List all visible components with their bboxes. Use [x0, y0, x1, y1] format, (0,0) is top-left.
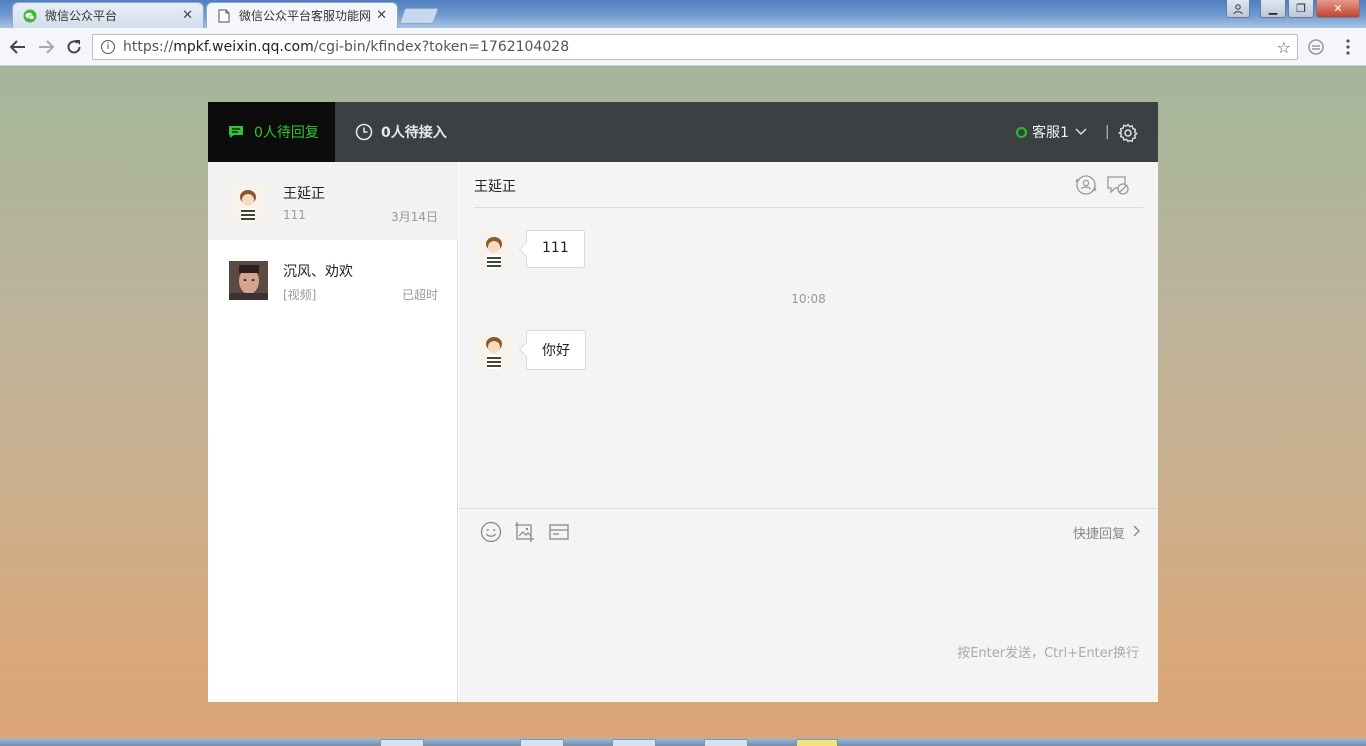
quick-reply-label: 快捷回复: [1072, 527, 1125, 542]
chevron-right-icon: [1133, 525, 1140, 541]
tab-pending-reply[interactable]: 0人待回复: [208, 102, 335, 162]
message-bubble: 111: [526, 230, 585, 268]
browser-tab-title: 微信公众平台: [45, 9, 118, 23]
close-tab-icon[interactable]: ✕: [182, 8, 193, 23]
minimize-button[interactable]: ▁: [1260, 0, 1286, 18]
message-timestamp: 10:08: [791, 292, 826, 306]
avatar: [475, 330, 514, 369]
input-hint: 按Enter发送，Ctrl+Enter换行: [957, 646, 1139, 661]
conversation-preview: [视频]: [283, 288, 317, 302]
close-session-icon[interactable]: [1106, 174, 1130, 196]
taskbar-item[interactable]: [520, 739, 564, 746]
file-card-icon[interactable]: [548, 521, 570, 543]
divider: |: [1104, 124, 1110, 140]
conversation-name: 王延正: [283, 186, 325, 202]
new-tab-button[interactable]: [399, 8, 439, 24]
image-upload-icon[interactable]: [514, 521, 536, 543]
url-host: mpkf.weixin.qq.com: [173, 39, 314, 55]
os-taskbar: [0, 738, 1366, 746]
conversation-time: 3月14日: [391, 210, 438, 224]
close-window-button[interactable]: ✕: [1316, 0, 1360, 18]
clock-icon: [355, 123, 373, 141]
wechat-icon: [23, 9, 37, 23]
restore-button[interactable]: ❐: [1288, 0, 1314, 18]
browser-tab-kf[interactable]: 微信公众平台客服功能网 ✕: [206, 2, 398, 28]
avatar: [229, 183, 268, 222]
taskbar-item[interactable]: [380, 739, 424, 746]
agent-status-dropdown[interactable]: 客服1 |: [1016, 102, 1110, 162]
agent-name: 客服1: [1032, 125, 1069, 141]
window-controls: ▁ ❐ ✕: [1226, 0, 1360, 18]
menu-dots-icon[interactable]: [1340, 39, 1356, 55]
address-bar[interactable]: i https://mpkf.weixin.qq.com/cgi-bin/kfi…: [92, 34, 1298, 60]
transfer-user-icon[interactable]: [1074, 174, 1098, 196]
gear-icon[interactable]: [1118, 123, 1138, 143]
user-profile-icon[interactable]: [1226, 0, 1250, 18]
tab-waiting-access[interactable]: 0人待接入: [355, 102, 447, 162]
conversation-time: 已超时: [401, 288, 438, 302]
pending-reply-label: 0人待回复: [254, 125, 319, 141]
url-text: https://mpkf.weixin.qq.com/cgi-bin/kfind…: [123, 39, 1277, 55]
forward-arrow-icon[interactable]: [36, 37, 56, 57]
chevron-down-icon: [1075, 125, 1087, 139]
waiting-access-label: 0人待接入: [381, 125, 447, 141]
back-arrow-icon[interactable]: [8, 37, 28, 57]
message-composer[interactable]: 快捷回复 按Enter发送，Ctrl+Enter换行: [459, 508, 1158, 702]
avatar: [229, 261, 268, 300]
conversation-preview: 111: [283, 208, 306, 222]
browser-tab-strip: 微信公众平台 ✕ 微信公众平台客服功能网 ✕ ▁ ❐ ✕: [0, 0, 1366, 28]
conversation-item[interactable]: 沉风、劝欢 [视频] 已超时: [208, 240, 458, 318]
page-icon: [217, 9, 231, 23]
quick-reply-button[interactable]: 快捷回复: [1073, 523, 1140, 542]
message-bubble: 你好: [526, 330, 586, 370]
avatar: [475, 230, 514, 269]
browser-toolbar: i https://mpkf.weixin.qq.com/cgi-bin/kfi…: [0, 28, 1366, 66]
conversation-item[interactable]: 王延正 111 3月14日: [208, 162, 458, 240]
reload-icon[interactable]: [64, 37, 84, 57]
emoji-icon[interactable]: [480, 521, 502, 543]
info-icon[interactable]: i: [101, 40, 115, 54]
chat-header: 王延正: [474, 162, 1143, 208]
chat-title: 王延正: [474, 179, 516, 195]
conversation-list: 王延正 111 3月14日 沉风、劝欢 [视频] 已超时: [208, 162, 458, 702]
url-path: /cgi-bin/kfindex?token=1762104028: [313, 39, 570, 55]
kf-app: 0人待回复 0人待接入 客服1 | 王延正 111 3月14日 沉风、劝欢 [视…: [208, 102, 1158, 702]
browser-tab-wechat-platform[interactable]: 微信公众平台 ✕: [12, 2, 204, 28]
conversation-name: 沉风、劝欢: [283, 264, 353, 280]
message-row: 111: [475, 230, 585, 269]
browser-tab-title: 微信公众平台客服功能网: [239, 9, 371, 23]
url-prefix: https://: [123, 39, 174, 55]
extension-icon[interactable]: [1308, 39, 1324, 55]
bookmark-star-icon[interactable]: ☆: [1277, 38, 1291, 57]
chat-bubble-icon: [229, 126, 243, 138]
chat-panel: 王延正 111 10:08 你好 快捷回复 按Enter发送，Ctrl+Ente…: [459, 162, 1158, 702]
taskbar-item[interactable]: [796, 739, 838, 746]
message-row: 你好: [475, 330, 586, 370]
app-topbar: 0人待回复 0人待接入 客服1 |: [208, 102, 1158, 162]
taskbar-item[interactable]: [612, 739, 656, 746]
close-tab-icon[interactable]: ✕: [376, 8, 387, 23]
taskbar-item[interactable]: [704, 739, 748, 746]
online-status-icon: [1016, 126, 1027, 138]
